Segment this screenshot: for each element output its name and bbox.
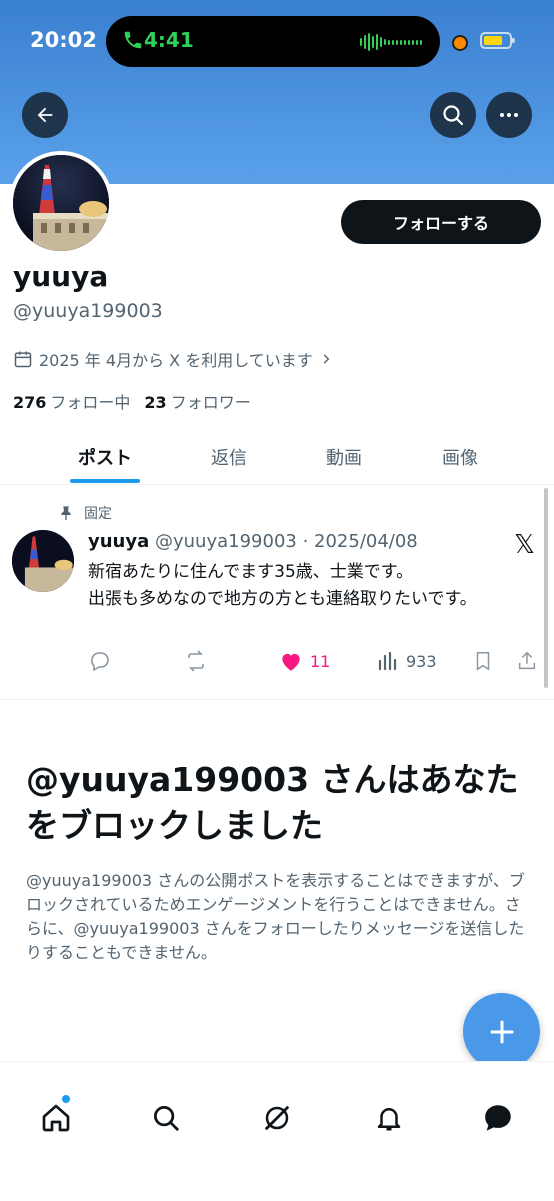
block-notice-title: @yuuya199003 さんはあなたをブロックしました [26,760,519,845]
views-count: 933 [406,651,437,671]
plus-icon [490,1020,513,1043]
reply-icon [91,652,109,672]
compose-post-button[interactable] [463,993,540,1070]
following-label: フォロー中 [50,393,131,412]
followers-count: 23 [144,393,167,412]
tab-videos[interactable]: 動画 [289,430,399,484]
bookmark-button[interactable] [472,646,494,676]
search-icon [154,1106,179,1131]
like-button[interactable]: 11 [278,646,330,676]
arrow-left-icon [37,107,53,123]
more-horizontal-icon [500,113,518,117]
calendar-icon [14,351,32,368]
tab-posts[interactable]: ポスト [50,430,160,484]
battery-icon [480,32,515,49]
chevron-right-icon [323,354,330,364]
grok-icon [264,1105,290,1131]
post-text-line1: 新宿あたりに住んでます35歳、士業です。 [88,562,414,582]
search-icon [443,105,464,126]
views-button[interactable]: 933 [376,646,437,676]
share-icon [518,651,536,670]
audio-wave-icon [360,33,422,51]
tab-replies[interactable]: 返信 [174,430,284,484]
back-button[interactable] [22,92,68,138]
post-actions: 11 933 [0,646,554,676]
repost-button[interactable] [184,646,208,676]
nav-grok[interactable] [259,1100,295,1136]
follow-button[interactable]: フォローする [341,200,541,244]
post-meta: @yuuya199003 · 2025/04/08 [154,531,418,552]
status-time: 20:02 [30,28,97,52]
following-count: 276 [13,393,47,412]
reply-button[interactable] [88,646,112,676]
profile-handle: @yuuya199003 [13,300,163,322]
joined-date[interactable]: 2025 年 4月から X を利用しています [13,347,333,371]
more-button[interactable] [486,92,532,138]
repost-icon [188,650,204,672]
heart-icon [282,653,300,671]
followers-label: フォロワー [170,393,251,412]
like-count: 11 [310,651,331,671]
home-icon [42,1104,70,1132]
nav-search[interactable] [148,1100,184,1136]
home-notification-dot [62,1095,70,1103]
share-button[interactable] [516,646,538,676]
messages-icon [485,1105,511,1131]
display-name: yuuya [13,260,109,293]
avatar-image [12,530,74,592]
search-button[interactable] [430,92,476,138]
post-author-name[interactable]: yuuya [88,531,149,552]
post-text-line2: 出張も多めなので地方の方とも連絡取りたいです。 [88,589,477,609]
bottom-navigation [0,1061,554,1201]
x-logo-icon: 𝕏 [514,530,535,560]
pin-icon [61,506,71,521]
phone-icon [124,31,142,49]
bookmark-icon [476,652,490,671]
profile-tabs: ポスト 返信 動画 画像 [0,430,554,485]
tab-images[interactable]: 画像 [405,430,515,484]
post-avatar[interactable] [12,530,74,592]
nav-messages[interactable] [480,1100,516,1136]
follow-counts: 276 フォロー中 23 フォロワー [13,389,251,413]
pinned-label: 固定 [58,503,112,523]
profile-avatar[interactable] [9,151,113,255]
active-tab-indicator [70,479,140,483]
joined-text: 2025 年 4月から X を利用しています [39,351,313,370]
following-link[interactable]: 276 フォロー中 [13,389,130,413]
views-icon [378,651,397,671]
post-header: yuuya @yuuya199003 · 2025/04/08 [88,531,418,552]
call-timer: 4:41 [144,28,194,52]
nav-home[interactable] [38,1100,74,1136]
nav-notifications[interactable] [371,1100,407,1136]
followers-link[interactable]: 23 フォロワー [144,389,250,413]
recording-indicator [452,35,468,51]
notifications-icon [377,1108,401,1131]
dynamic-island[interactable]: 4:41 [106,16,440,67]
avatar-image [13,155,109,251]
post-divider [0,699,554,700]
pinned-text: 固定 [84,506,112,522]
status-bar: 20:02 4:41 [0,0,554,84]
post-text[interactable]: 新宿あたりに住んでます35歳、士業です。 出張も多めなので地方の方とも連絡取りた… [88,559,513,613]
block-notice-description: @yuuya199003 さんの公開ポストを表示することはできますが、ブロックさ… [26,871,525,962]
